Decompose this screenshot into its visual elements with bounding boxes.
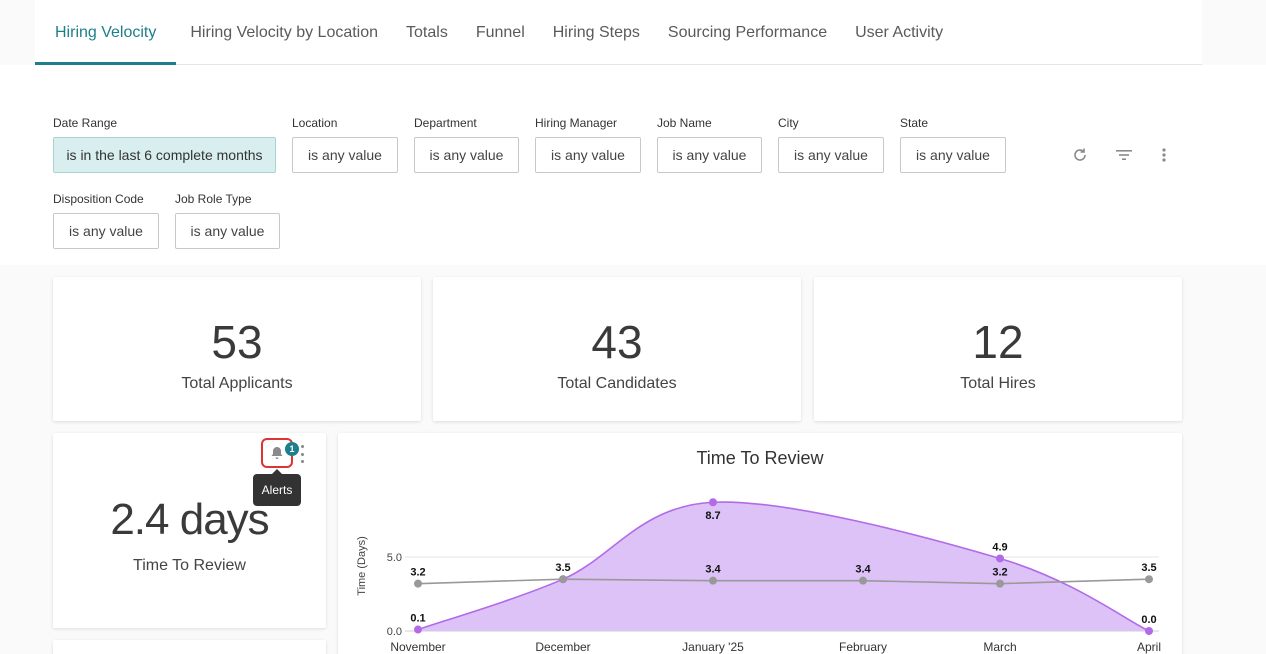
filter-label: Location <box>292 116 338 130</box>
x-tick-label: November <box>390 640 445 654</box>
x-tick-label: December <box>535 640 590 654</box>
filter-disposition-code-pill[interactable]: is any value <box>53 213 159 249</box>
kpi-card-total-candidates: 43 Total Candidates <box>433 277 801 421</box>
filter-job-name: Job Name is any value <box>657 115 762 173</box>
line-point <box>859 576 867 585</box>
x-tick-label: February <box>839 640 887 654</box>
area-point <box>709 498 717 507</box>
filter-date-range-pill[interactable]: is in the last 6 complete months <box>53 137 276 173</box>
line-data-label: 3.2 <box>410 567 425 579</box>
area-fill <box>418 502 1149 631</box>
filter-label: Job Role Type <box>175 192 252 206</box>
alert-button[interactable]: 1 <box>261 438 299 468</box>
kpi-label: Total Candidates <box>557 375 677 392</box>
line-data-label: 3.5 <box>1141 562 1156 574</box>
next-tile <box>53 640 326 654</box>
tab-hiring-velocity[interactable]: Hiring Velocity <box>35 0 177 65</box>
line-point <box>414 579 422 588</box>
x-tick-label: March <box>983 640 1016 654</box>
more-vert-icon[interactable] <box>1153 144 1175 166</box>
filter-job-role-type: Job Role Type is any value <box>175 191 280 249</box>
filter-date-range: Date Range is in the last 6 complete mon… <box>53 115 276 173</box>
area-point <box>414 625 422 634</box>
kpi-label: Total Hires <box>960 375 1036 392</box>
filter-location-pill[interactable]: is any value <box>292 137 398 173</box>
tab-totals[interactable]: Totals <box>392 0 462 65</box>
line-data-label: 3.2 <box>992 567 1007 579</box>
time-to-review-label: Time To Review <box>133 557 246 574</box>
filter-location: Location is any value <box>292 115 398 173</box>
filter-department: Department is any value <box>414 115 519 173</box>
filter-state-pill[interactable]: is any value <box>900 137 1006 173</box>
kpi-card-total-applicants: 53 Total Applicants <box>53 277 421 421</box>
area-data-label: 0.1 <box>410 613 425 625</box>
y-axis-label: Time (Days) <box>356 536 368 595</box>
x-tick-label: April <box>1137 640 1161 654</box>
time-to-review-tile: 1 Alerts 2.4 days Time To Review <box>53 433 326 628</box>
y-tick-label: 5.0 <box>387 552 402 564</box>
time-to-review-chart-card: Time To Review 0.0 5.0 Time (Days) 0.1 8.7 4.… <box>338 433 1182 654</box>
filter-label: Disposition Code <box>53 192 144 206</box>
filter-department-pill[interactable]: is any value <box>414 137 519 173</box>
line-point <box>1145 575 1153 584</box>
dashboard-page: Hiring Velocity Hiring Velocity by Locat… <box>0 0 1266 654</box>
tab-sourcing-performance[interactable]: Sourcing Performance <box>654 0 841 65</box>
bell-icon <box>271 447 283 459</box>
kpi-label: Total Applicants <box>181 375 293 392</box>
area-point <box>1145 627 1153 635</box>
line-data-label: 3.4 <box>705 564 721 576</box>
line-point <box>996 579 1004 588</box>
filter-label: Job Name <box>657 116 712 130</box>
kpi-value: 12 <box>972 316 1024 368</box>
time-to-review-value: 2.4 days <box>110 495 269 544</box>
filter-bar: Date Range is in the last 6 complete mon… <box>0 65 1266 265</box>
tab-user-activity[interactable]: User Activity <box>841 0 957 65</box>
area-point <box>996 554 1004 563</box>
kpi-card-total-hires: 12 Total Hires <box>814 277 1182 421</box>
filter-icon[interactable] <box>1113 144 1135 166</box>
filter-label: Hiring Manager <box>535 116 618 130</box>
filter-disposition-code: Disposition Code is any value <box>53 191 159 249</box>
filter-label: City <box>778 116 799 130</box>
filter-label: State <box>900 116 929 130</box>
filter-city: City is any value <box>778 115 884 173</box>
filter-job-name-pill[interactable]: is any value <box>657 137 762 173</box>
filter-hiring-manager-pill[interactable]: is any value <box>535 137 641 173</box>
filter-hiring-manager: Hiring Manager is any value <box>535 115 641 173</box>
tile-more-vert-icon[interactable] <box>297 445 307 463</box>
tab-bar: Hiring Velocity Hiring Velocity by Locat… <box>35 0 1202 65</box>
tab-hiring-velocity-by-location[interactable]: Hiring Velocity by Location <box>176 0 392 65</box>
filter-label: Department <box>414 116 477 130</box>
kpi-value: 53 <box>211 316 263 368</box>
y-tick-label: 0.0 <box>387 626 402 638</box>
line-data-label: 3.4 <box>855 564 871 576</box>
tab-funnel[interactable]: Funnel <box>462 0 539 65</box>
line-point <box>559 575 567 584</box>
kpi-value: 43 <box>591 316 643 368</box>
time-to-review-chart: 0.0 5.0 Time (Days) 0.1 8.7 4.9 0.0 3.2 3.5 3.4 3.… <box>356 498 1161 654</box>
area-data-label: 0.0 <box>1141 614 1156 626</box>
line-point <box>709 576 717 585</box>
filter-state: State is any value <box>900 115 1006 173</box>
filter-job-role-type-pill[interactable]: is any value <box>175 213 280 249</box>
line-data-label: 3.5 <box>555 562 570 574</box>
filter-city-pill[interactable]: is any value <box>778 137 884 173</box>
area-data-label: 8.7 <box>705 510 720 522</box>
x-tick-label: January '25 <box>682 640 744 654</box>
refresh-icon[interactable] <box>1069 144 1091 166</box>
area-data-label: 4.9 <box>992 541 1007 553</box>
tab-hiring-steps[interactable]: Hiring Steps <box>539 0 654 65</box>
filter-label: Date Range <box>53 116 118 130</box>
